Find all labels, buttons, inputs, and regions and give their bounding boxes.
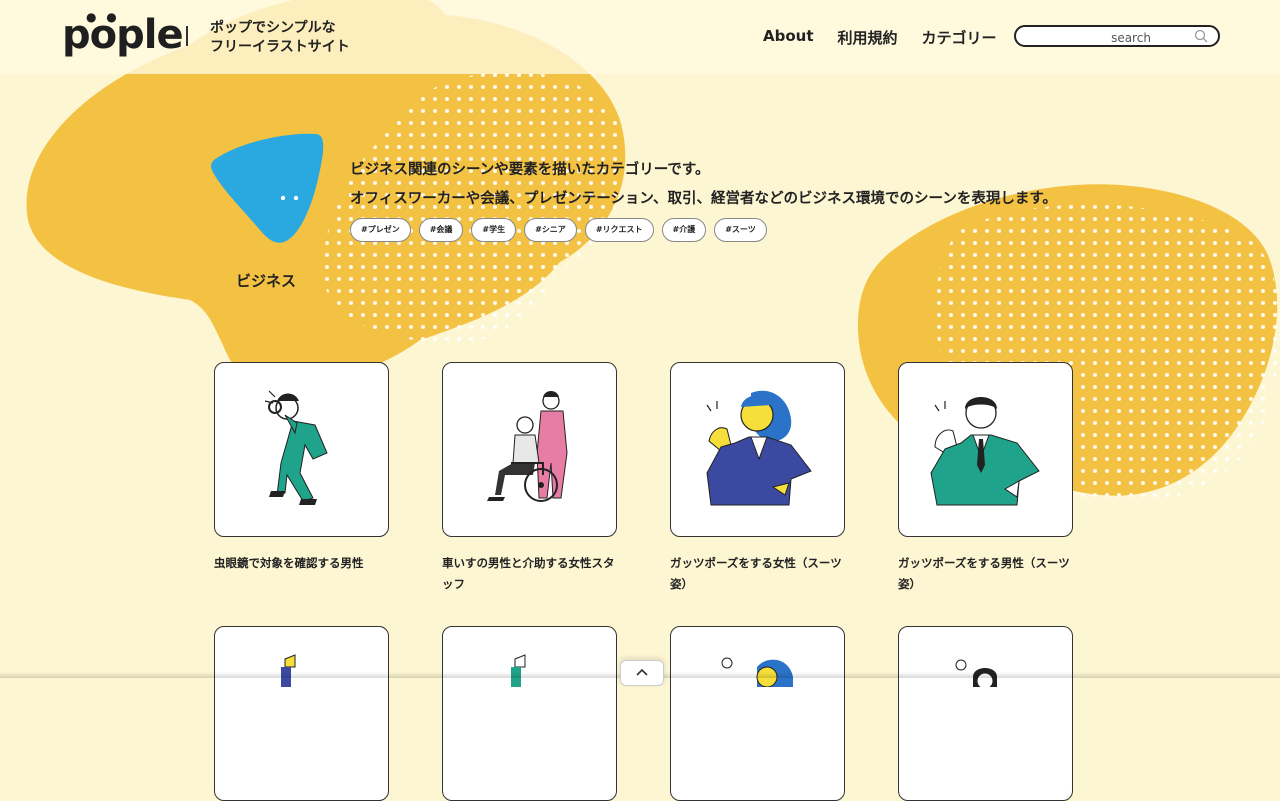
category-description: ビジネス関連のシーンや要素を描いたカテゴリーです。 オフィスワーカーや会議、プレ… <box>350 156 1057 214</box>
illustration-thumb[interactable] <box>898 362 1073 537</box>
tag-senior[interactable]: #シニア <box>524 218 577 242</box>
illustration-card[interactable] <box>442 626 617 801</box>
illustration-preview-icon <box>511 654 526 687</box>
illustration-card[interactable]: 車いすの男性と介助する女性スタッフ <box>442 362 617 595</box>
illustration-preview-icon <box>955 659 997 687</box>
description-line1: ビジネス関連のシーンや要素を描いたカテゴリーです。 <box>350 162 710 178</box>
chevron-up-icon <box>636 668 648 676</box>
illustration-card[interactable]: ガッツポーズをする女性（スーツ姿） <box>670 362 845 595</box>
tagline-line1: ポップでシンプルな <box>210 20 336 36</box>
search-icon[interactable] <box>1194 29 1208 43</box>
man-guts-pose-illustration <box>930 397 1040 506</box>
illustration-thumb[interactable] <box>214 362 389 537</box>
logo-separator <box>186 26 188 46</box>
illustration-thumb[interactable] <box>670 362 845 537</box>
illustration-card[interactable] <box>670 626 845 801</box>
illustration-title[interactable]: ガッツポーズをする女性（スーツ姿） <box>670 553 845 595</box>
illustration-preview-icon <box>721 657 793 687</box>
illustration-preview-icon <box>281 654 296 687</box>
illustration-title[interactable]: 虫眼鏡で対象を確認する男性 <box>214 553 389 574</box>
illustration-card[interactable] <box>214 626 389 801</box>
description-line2: オフィスワーカーや会議、プレゼンテーション、取引、経営者などのビジネス環境でのシ… <box>350 191 1057 207</box>
illustration-card[interactable]: 虫眼鏡で対象を確認する男性 <box>214 362 389 574</box>
nav-category[interactable]: カテゴリー <box>922 27 997 48</box>
wheelchair-caregiver-illustration <box>487 391 568 502</box>
illustration-thumb[interactable] <box>442 626 617 801</box>
tag-care[interactable]: #介護 <box>661 218 707 242</box>
woman-guts-pose-illustration <box>706 390 812 506</box>
illustration-title[interactable]: 車いすの男性と介助する女性スタッフ <box>442 553 617 595</box>
illustration-thumb[interactable] <box>214 626 389 801</box>
site-tagline: ポップでシンプルな フリーイラストサイト <box>210 19 350 57</box>
tag-request[interactable]: #リクエスト <box>584 218 654 242</box>
site-header: ● ● pople ポップでシンプルな フリーイラストサイト About 利用規… <box>0 0 1280 74</box>
search-input[interactable] <box>1026 28 1208 48</box>
tag-presentation[interactable]: #プレゼン <box>350 218 411 242</box>
tag-list: #プレゼン #会議 #学生 #シニア #リクエスト #介護 #スーツ <box>350 218 767 242</box>
category-icon <box>211 133 324 243</box>
site-logo[interactable]: ● ● pople <box>62 10 184 60</box>
back-to-top-button[interactable] <box>620 660 664 686</box>
illustration-thumb[interactable] <box>898 626 1073 801</box>
tag-student[interactable]: #学生 <box>471 218 517 242</box>
tag-suit[interactable]: #スーツ <box>714 218 767 242</box>
tag-meeting[interactable]: #会議 <box>418 218 464 242</box>
illustration-thumb[interactable] <box>442 362 617 537</box>
main-nav: About 利用規約 カテゴリー <box>763 27 997 48</box>
background-blobs <box>26 0 1280 505</box>
nav-terms[interactable]: 利用規約 <box>838 27 898 48</box>
illustration-card[interactable] <box>898 626 1073 801</box>
logo-text: pople <box>62 12 184 58</box>
illustration-card[interactable]: ガッツポーズをする男性（スーツ姿） <box>898 362 1073 595</box>
nav-about[interactable]: About <box>763 27 814 48</box>
tagline-line2: フリーイラストサイト <box>210 39 350 55</box>
illustration-title[interactable]: ガッツポーズをする男性（スーツ姿） <box>898 553 1073 595</box>
man-magnifier-illustration <box>264 390 328 505</box>
category-title: ビジネス <box>236 272 297 290</box>
illustration-thumb[interactable] <box>670 626 845 801</box>
search-box <box>1014 25 1220 48</box>
